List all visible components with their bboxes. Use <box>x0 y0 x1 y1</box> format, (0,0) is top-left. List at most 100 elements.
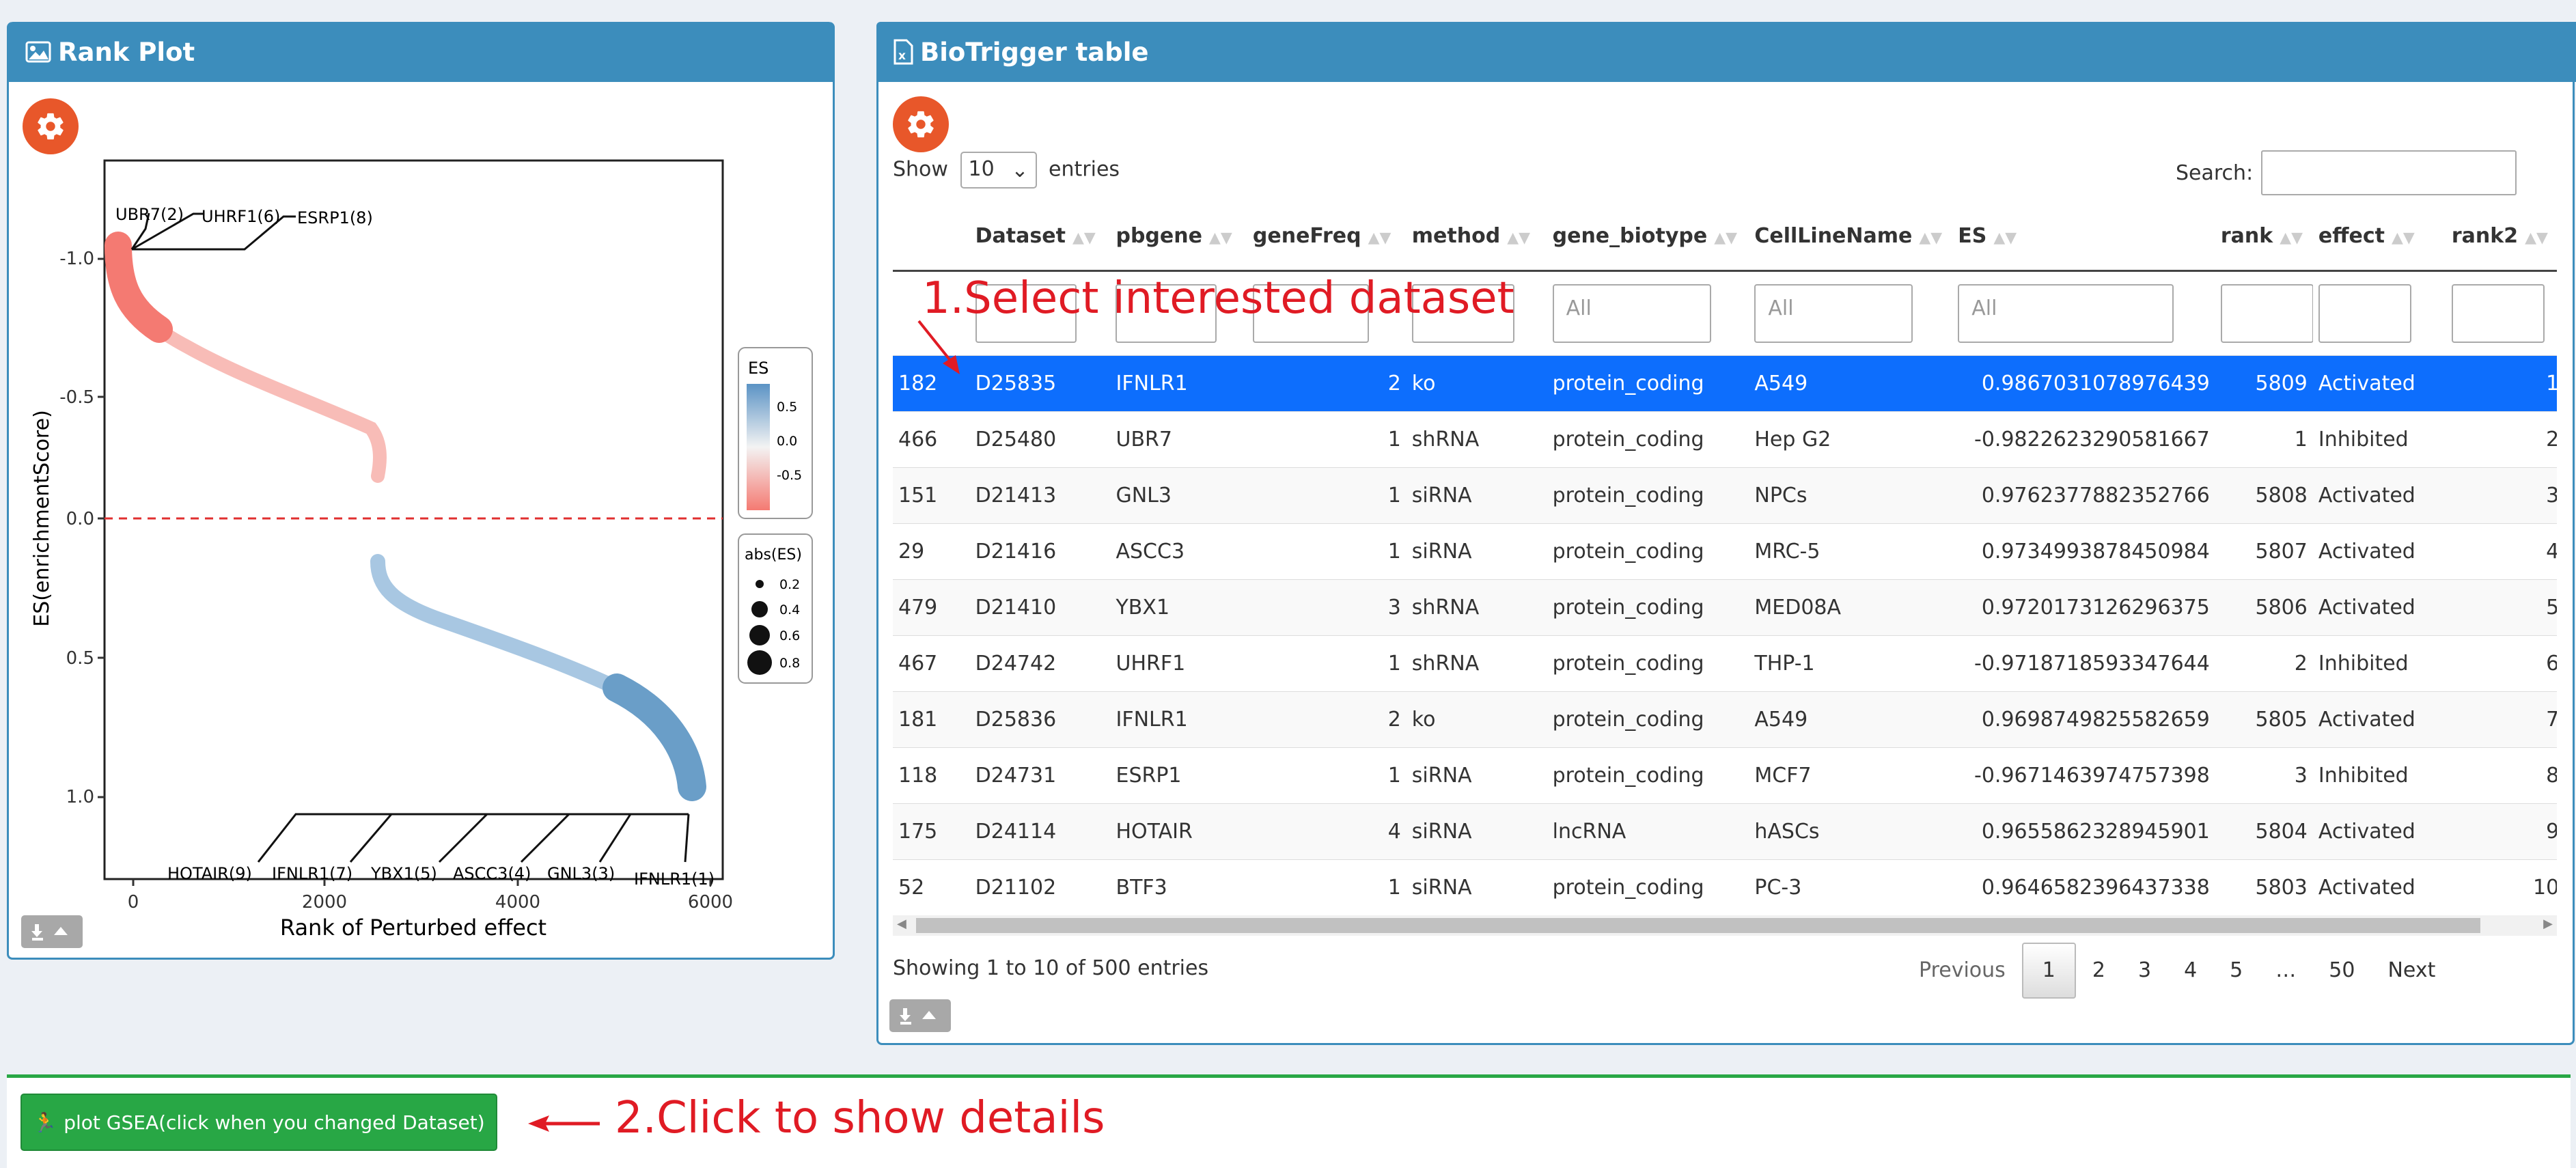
table-cell: 1 <box>1247 411 1407 468</box>
table-cell: Activated <box>2312 691 2446 748</box>
scrollbar-thumb[interactable] <box>916 918 2480 933</box>
table-cell: 3 <box>2215 747 2313 804</box>
column-header-rank2[interactable]: rank2 ▲▼ <box>2446 201 2557 272</box>
table-cell: hASCs <box>1749 803 1953 860</box>
table-cell: Inhibited <box>2312 635 2446 692</box>
pagination-page[interactable]: 5 <box>2213 944 2259 997</box>
table-row[interactable]: 182 D25835 IFNLR1 2 ko protein_coding A549 0.98… <box>893 355 2557 412</box>
y-tick: 0.0 <box>66 509 94 529</box>
table-cell: D21413 <box>969 467 1111 524</box>
table-cell: 2 <box>1247 355 1407 412</box>
rank-plot-title: Rank Plot <box>58 37 195 67</box>
table-row[interactable]: 479 D21410 YBX1 3 shRNA protein_coding MED08A 0… <box>893 579 2557 636</box>
bottom-label-ifnlr1-1: IFNLR1(1) <box>634 870 715 889</box>
table-cell: UHRF1 <box>1110 635 1247 692</box>
table-cell: 467 <box>893 635 970 692</box>
column-header-method[interactable]: method ▲▼ <box>1406 201 1547 272</box>
pagination-page[interactable]: 1 <box>2021 943 2076 999</box>
table-cell: IFNLR1 <box>1110 691 1247 748</box>
sort-icon: ▲▼ <box>2280 229 2303 247</box>
table-row[interactable]: 151 D21413 GNL3 1 siRNA protein_coding NPCs 0.9… <box>893 467 2557 524</box>
column-header-dataset[interactable]: Dataset ▲▼ <box>969 201 1111 272</box>
horizontal-scrollbar[interactable]: ◀ ▶ <box>893 915 2557 936</box>
column-header-index[interactable] <box>893 201 970 272</box>
table-cell: 1 <box>2446 355 2557 412</box>
table-cell: 3 <box>1247 579 1407 636</box>
table-row[interactable]: 52 D21102 BTF3 1 siRNA protein_coding PC-3 0.96… <box>893 859 2557 912</box>
column-header-gene-biotype[interactable]: gene_biotype ▲▼ <box>1547 201 1749 272</box>
table-cell: 0.9720173126296375 <box>1952 579 2215 636</box>
entries-select[interactable]: 10 ⌄ <box>960 152 1037 189</box>
pagination-page[interactable]: 50 <box>2312 944 2371 997</box>
filter-input-rank[interactable] <box>2220 284 2313 343</box>
table-download-button[interactable] <box>889 999 951 1032</box>
table-row[interactable]: 181 D25836 IFNLR1 2 ko protein_coding A549 0.96… <box>893 691 2557 748</box>
svg-text:x: x <box>898 49 906 63</box>
y-tick: -1.0 <box>59 249 94 269</box>
pagination-page[interactable]: 2 <box>2076 944 2122 997</box>
table-cell: 1 <box>1247 859 1407 912</box>
filter-input-rank2[interactable] <box>2451 284 2545 343</box>
table-cell: MED08A <box>1749 579 1953 636</box>
pagination-previous[interactable]: Previous <box>1902 944 2022 997</box>
column-header-effect[interactable]: effect ▲▼ <box>2312 201 2446 272</box>
bottom-label-ascc3: ASCC3(4) <box>453 864 531 883</box>
table-settings-gear-icon[interactable] <box>893 96 949 152</box>
table-cell: THP-1 <box>1749 635 1953 692</box>
filter-input-es[interactable]: All <box>1958 284 2174 343</box>
table-row[interactable]: 466 D25480 UBR7 1 shRNA protein_coding Hep G2-… <box>893 411 2557 468</box>
rank-plot-download-button[interactable] <box>21 915 83 948</box>
table-cell: D24114 <box>969 803 1111 860</box>
column-header-pbgene[interactable]: pbgene ▲▼ <box>1110 201 1247 272</box>
top-label-esrp1: ESRP1(8) <box>297 208 373 227</box>
filter-input-gene-biotype[interactable]: All <box>1552 284 1711 343</box>
pagination: Previous 1 2 3 4 5 … 50 Next <box>1902 943 2452 999</box>
running-person-icon: 🏃 <box>33 1111 57 1134</box>
table-cell: ASCC3 <box>1110 523 1247 580</box>
bottom-label-hotair: HOTAIR(9) <box>167 864 252 883</box>
x-tick: 0 <box>128 892 139 913</box>
step2-arrow <box>528 1115 600 1132</box>
plot-panel <box>103 159 724 880</box>
column-header-genefreq[interactable]: geneFreq ▲▼ <box>1247 201 1407 272</box>
x-tick: 6000 <box>688 892 733 913</box>
table-cell: D21102 <box>969 859 1111 912</box>
table-cell: protein_coding <box>1547 523 1749 580</box>
rank-plot-header: Rank Plot <box>9 22 833 82</box>
table-cell: protein_coding <box>1547 411 1749 468</box>
table-cell: 1 <box>2215 411 2313 468</box>
table-row[interactable]: 118 D24731 ESRP1 1 siRNA protein_coding MCF7 -0… <box>893 747 2557 804</box>
y-tick: 0.5 <box>66 648 94 669</box>
bottom-label-ybx1: YBX1(5) <box>370 864 437 883</box>
table-row[interactable]: 175 D24114 HOTAIR 4 siRNA lncRNA hASCs 0.965586… <box>893 803 2557 860</box>
column-header-celllinename[interactable]: CellLineName ▲▼ <box>1749 201 1953 272</box>
table-row[interactable]: 467 D24742 UHRF1 1 shRNA protein_coding THP-1-… <box>893 635 2557 692</box>
sort-icon: ▲▼ <box>1919 229 1943 247</box>
sort-icon: ▲▼ <box>2525 229 2548 247</box>
table-cell: 5803 <box>2215 859 2313 912</box>
table-cell: 5804 <box>2215 803 2313 860</box>
rank-plot-chart: UBR7(2) UHRF1(6) ESRP1(8) HOTAIR(9) IFNL… <box>30 159 813 941</box>
plot-gsea-button[interactable]: 🏃 plot GSEA(click when you changed Datas… <box>20 1094 497 1151</box>
column-header-es[interactable]: ES ▲▼ <box>1952 201 2215 272</box>
table-cell: 5809 <box>2215 355 2313 412</box>
rank-plot-settings-gear-icon[interactable] <box>23 98 79 154</box>
pagination-page[interactable]: 4 <box>2168 944 2213 997</box>
table-cell: 5805 <box>2215 691 2313 748</box>
step2-annotation: 2.Click to show details <box>615 1093 1105 1143</box>
search-input[interactable] <box>2261 150 2517 195</box>
filter-input-celllinename[interactable]: All <box>1754 284 1913 343</box>
table-cell: HOTAIR <box>1110 803 1247 860</box>
table-row[interactable]: 29 D21416 ASCC3 1 siRNA protein_coding MRC-5 0.… <box>893 523 2557 580</box>
scroll-left-arrow-icon[interactable]: ◀ <box>897 917 906 931</box>
table-cell: 5 <box>2446 579 2557 636</box>
column-header-rank[interactable]: rank ▲▼ <box>2215 201 2313 272</box>
filter-input-effect[interactable] <box>2318 284 2411 343</box>
table-cell: D21416 <box>969 523 1111 580</box>
pagination-page[interactable]: 3 <box>2122 944 2168 997</box>
pagination-next[interactable]: Next <box>2371 944 2452 997</box>
top-label-uhrf1: UHRF1(6) <box>202 207 280 226</box>
table-cell: 5807 <box>2215 523 2313 580</box>
scroll-right-arrow-icon[interactable]: ▶ <box>2543 917 2553 931</box>
table-cell: 9 <box>2446 803 2557 860</box>
